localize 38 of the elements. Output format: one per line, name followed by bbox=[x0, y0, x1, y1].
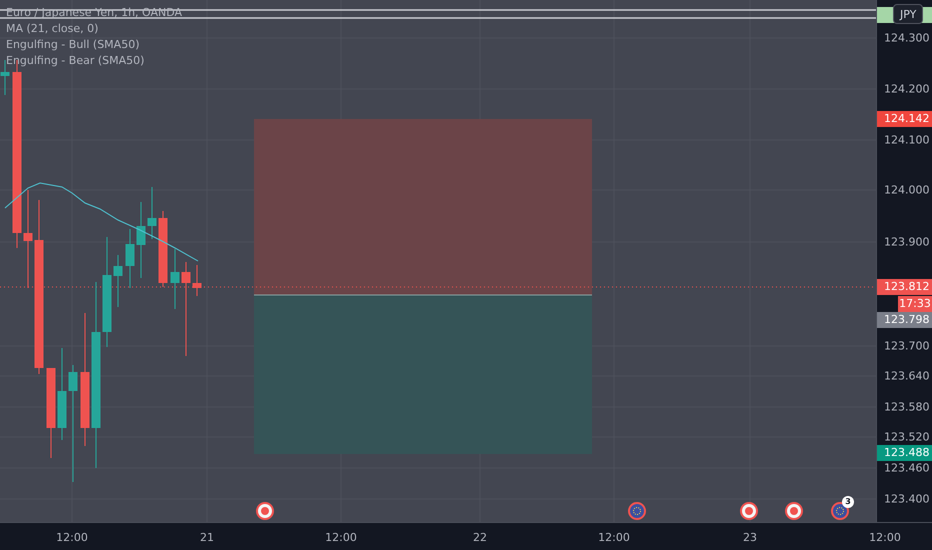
time-tick: 12:00 bbox=[325, 531, 357, 544]
price-label: 123.812 bbox=[877, 279, 932, 295]
event-dot-icon[interactable] bbox=[256, 502, 274, 520]
price-tick: 123.900 bbox=[884, 236, 930, 248]
price-tick: 123.460 bbox=[884, 462, 930, 474]
price-tick: 124.000 bbox=[884, 184, 930, 196]
event-dot-icon[interactable] bbox=[785, 502, 803, 520]
price-tick: 123.580 bbox=[884, 400, 930, 414]
indicator-label[interactable]: Engulfing - Bear (SMA50) bbox=[6, 53, 182, 68]
price-tick: 123.700 bbox=[884, 340, 930, 352]
event-count: 3 bbox=[842, 496, 854, 508]
price-label: 123.798 bbox=[877, 312, 932, 328]
indicator-label[interactable]: MA (21, close, 0) bbox=[6, 21, 182, 36]
price-label: 124.142 bbox=[877, 111, 932, 127]
eu-flag-icon[interactable] bbox=[628, 502, 646, 520]
currency-button[interactable]: JPY bbox=[893, 4, 924, 24]
price-tick: 124.200 bbox=[884, 82, 930, 96]
time-tick: 23 bbox=[743, 531, 757, 544]
candle bbox=[170, 248, 180, 310]
indicator-label[interactable]: Engulfing - Bull (SMA50) bbox=[6, 37, 182, 52]
time-tick: 12:00 bbox=[56, 531, 88, 544]
price-axis[interactable]: JPY 124.300 124.200 124.100 124.000 123.900 123.700 123.640 123.580 123.520 123.460 123.400 124.142 123.812 17:33 123.798 123.488 bbox=[876, 0, 932, 522]
candle bbox=[148, 186, 156, 240]
countdown-label: 17:33 bbox=[898, 296, 932, 312]
candle bbox=[114, 254, 122, 308]
time-tick: 12:00 bbox=[869, 531, 901, 544]
price-tick: 123.640 bbox=[884, 370, 930, 382]
time-tick: 12:00 bbox=[598, 531, 630, 544]
price-tick: 124.300 bbox=[884, 32, 930, 44]
time-tick: 21 bbox=[200, 531, 214, 544]
price-tick: 123.520 bbox=[884, 430, 930, 444]
candle bbox=[192, 264, 202, 296]
price-label: 123.488 bbox=[877, 445, 932, 461]
candle bbox=[126, 228, 134, 288]
price-tick: 123.400 bbox=[884, 492, 930, 506]
event-dot-icon[interactable] bbox=[740, 502, 758, 520]
price-tick: 124.100 bbox=[884, 134, 930, 146]
time-tick: 22 bbox=[473, 531, 487, 544]
